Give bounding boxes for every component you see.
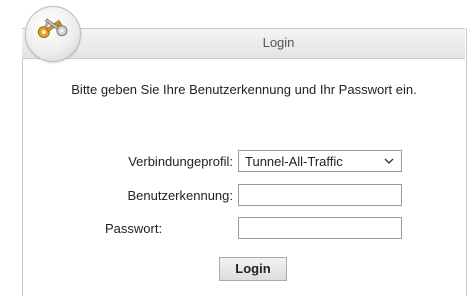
profile-label: Verbindungeprofil: bbox=[128, 154, 233, 169]
logo bbox=[25, 6, 81, 62]
keys-icon bbox=[37, 18, 68, 39]
intro-text: Bitte geben Sie Ihre Benutzerkennung und… bbox=[71, 82, 417, 97]
chevron-down-icon bbox=[383, 155, 395, 170]
password-field[interactable] bbox=[238, 217, 402, 239]
password-label: Passwort: bbox=[105, 221, 163, 236]
profile-select[interactable]: Tunnel-All-Traffic bbox=[238, 150, 402, 172]
password-row: Passwort: bbox=[0, 217, 467, 241]
username-row: Benutzerkennung: bbox=[0, 184, 467, 208]
login-button[interactable]: Login bbox=[219, 257, 287, 281]
dialog-titlebar: Login bbox=[22, 28, 465, 59]
profile-selected-value: Tunnel-All-Traffic bbox=[245, 154, 343, 169]
username-field[interactable] bbox=[238, 184, 402, 206]
username-label: Benutzerkennung: bbox=[127, 188, 233, 203]
dialog-title: Login bbox=[262, 35, 295, 50]
profile-row: Verbindungeprofil: Tunnel-All-Traffic bbox=[0, 150, 467, 174]
